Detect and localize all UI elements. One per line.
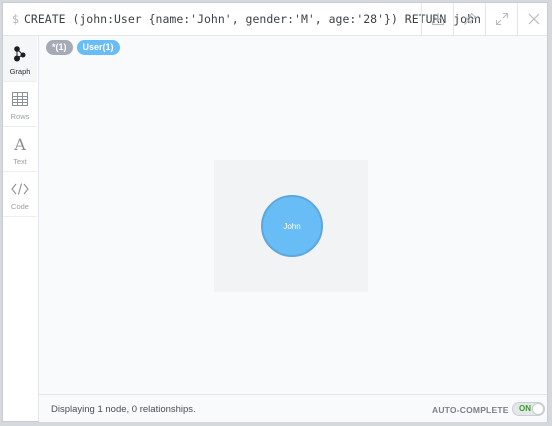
node-label: John	[283, 221, 301, 231]
prompt-symbol: $	[12, 12, 19, 26]
graph-view: *(1) User(1) John	[39, 36, 547, 394]
sidebar-item-label: Text	[13, 157, 27, 166]
close-button[interactable]	[517, 3, 549, 35]
status-bar: Displaying 1 node, 0 relationships. AUTO…	[39, 394, 547, 422]
result-status-text: Displaying 1 node, 0 relationships.	[51, 404, 196, 415]
sidebar-item-graph[interactable]: Graph	[3, 36, 37, 82]
sidebar-item-label: Graph	[9, 67, 31, 76]
code-icon	[11, 183, 29, 195]
query-text[interactable]: CREATE (john:User {name:'John', gender:'…	[24, 12, 481, 26]
result-frame: $ CREATE (john:User {name:'John', gender…	[2, 2, 548, 422]
autocomplete-toggle[interactable]: ON	[512, 402, 545, 416]
sidebar-item-rows[interactable]: Rows	[3, 81, 37, 127]
expand-button[interactable]	[485, 3, 517, 35]
sidebar-item-label: Rows	[10, 112, 30, 121]
graph-icon	[14, 46, 26, 62]
pin-button[interactable]	[453, 3, 485, 35]
toggle-state-label: ON	[519, 404, 531, 413]
toggle-knob	[532, 403, 544, 415]
autocomplete-label: AUTO-COMPLETE	[432, 405, 509, 415]
text-icon: A	[13, 136, 26, 152]
download-icon	[431, 13, 444, 26]
table-icon	[12, 92, 28, 106]
sidebar-item-text[interactable]: A Text	[3, 126, 37, 172]
sidebar-item-code[interactable]: Code	[3, 171, 37, 217]
graph-node-john[interactable]: John	[261, 195, 323, 257]
user-label-pill[interactable]: User(1)	[76, 40, 120, 55]
svg-text:A: A	[13, 136, 26, 152]
view-sidebar: Graph Rows A Text Code	[3, 36, 39, 421]
pin-icon	[463, 12, 476, 25]
label-filter-bar: *(1) User(1)	[46, 40, 120, 56]
close-icon	[528, 13, 539, 25]
download-button[interactable]	[421, 3, 453, 35]
graph-canvas[interactable]: John	[214, 160, 368, 292]
all-nodes-pill[interactable]: *(1)	[46, 40, 73, 55]
query-bar: $ CREATE (john:User {name:'John', gender…	[3, 3, 547, 36]
sidebar-item-label: Code	[11, 202, 29, 211]
expand-icon	[495, 12, 508, 26]
